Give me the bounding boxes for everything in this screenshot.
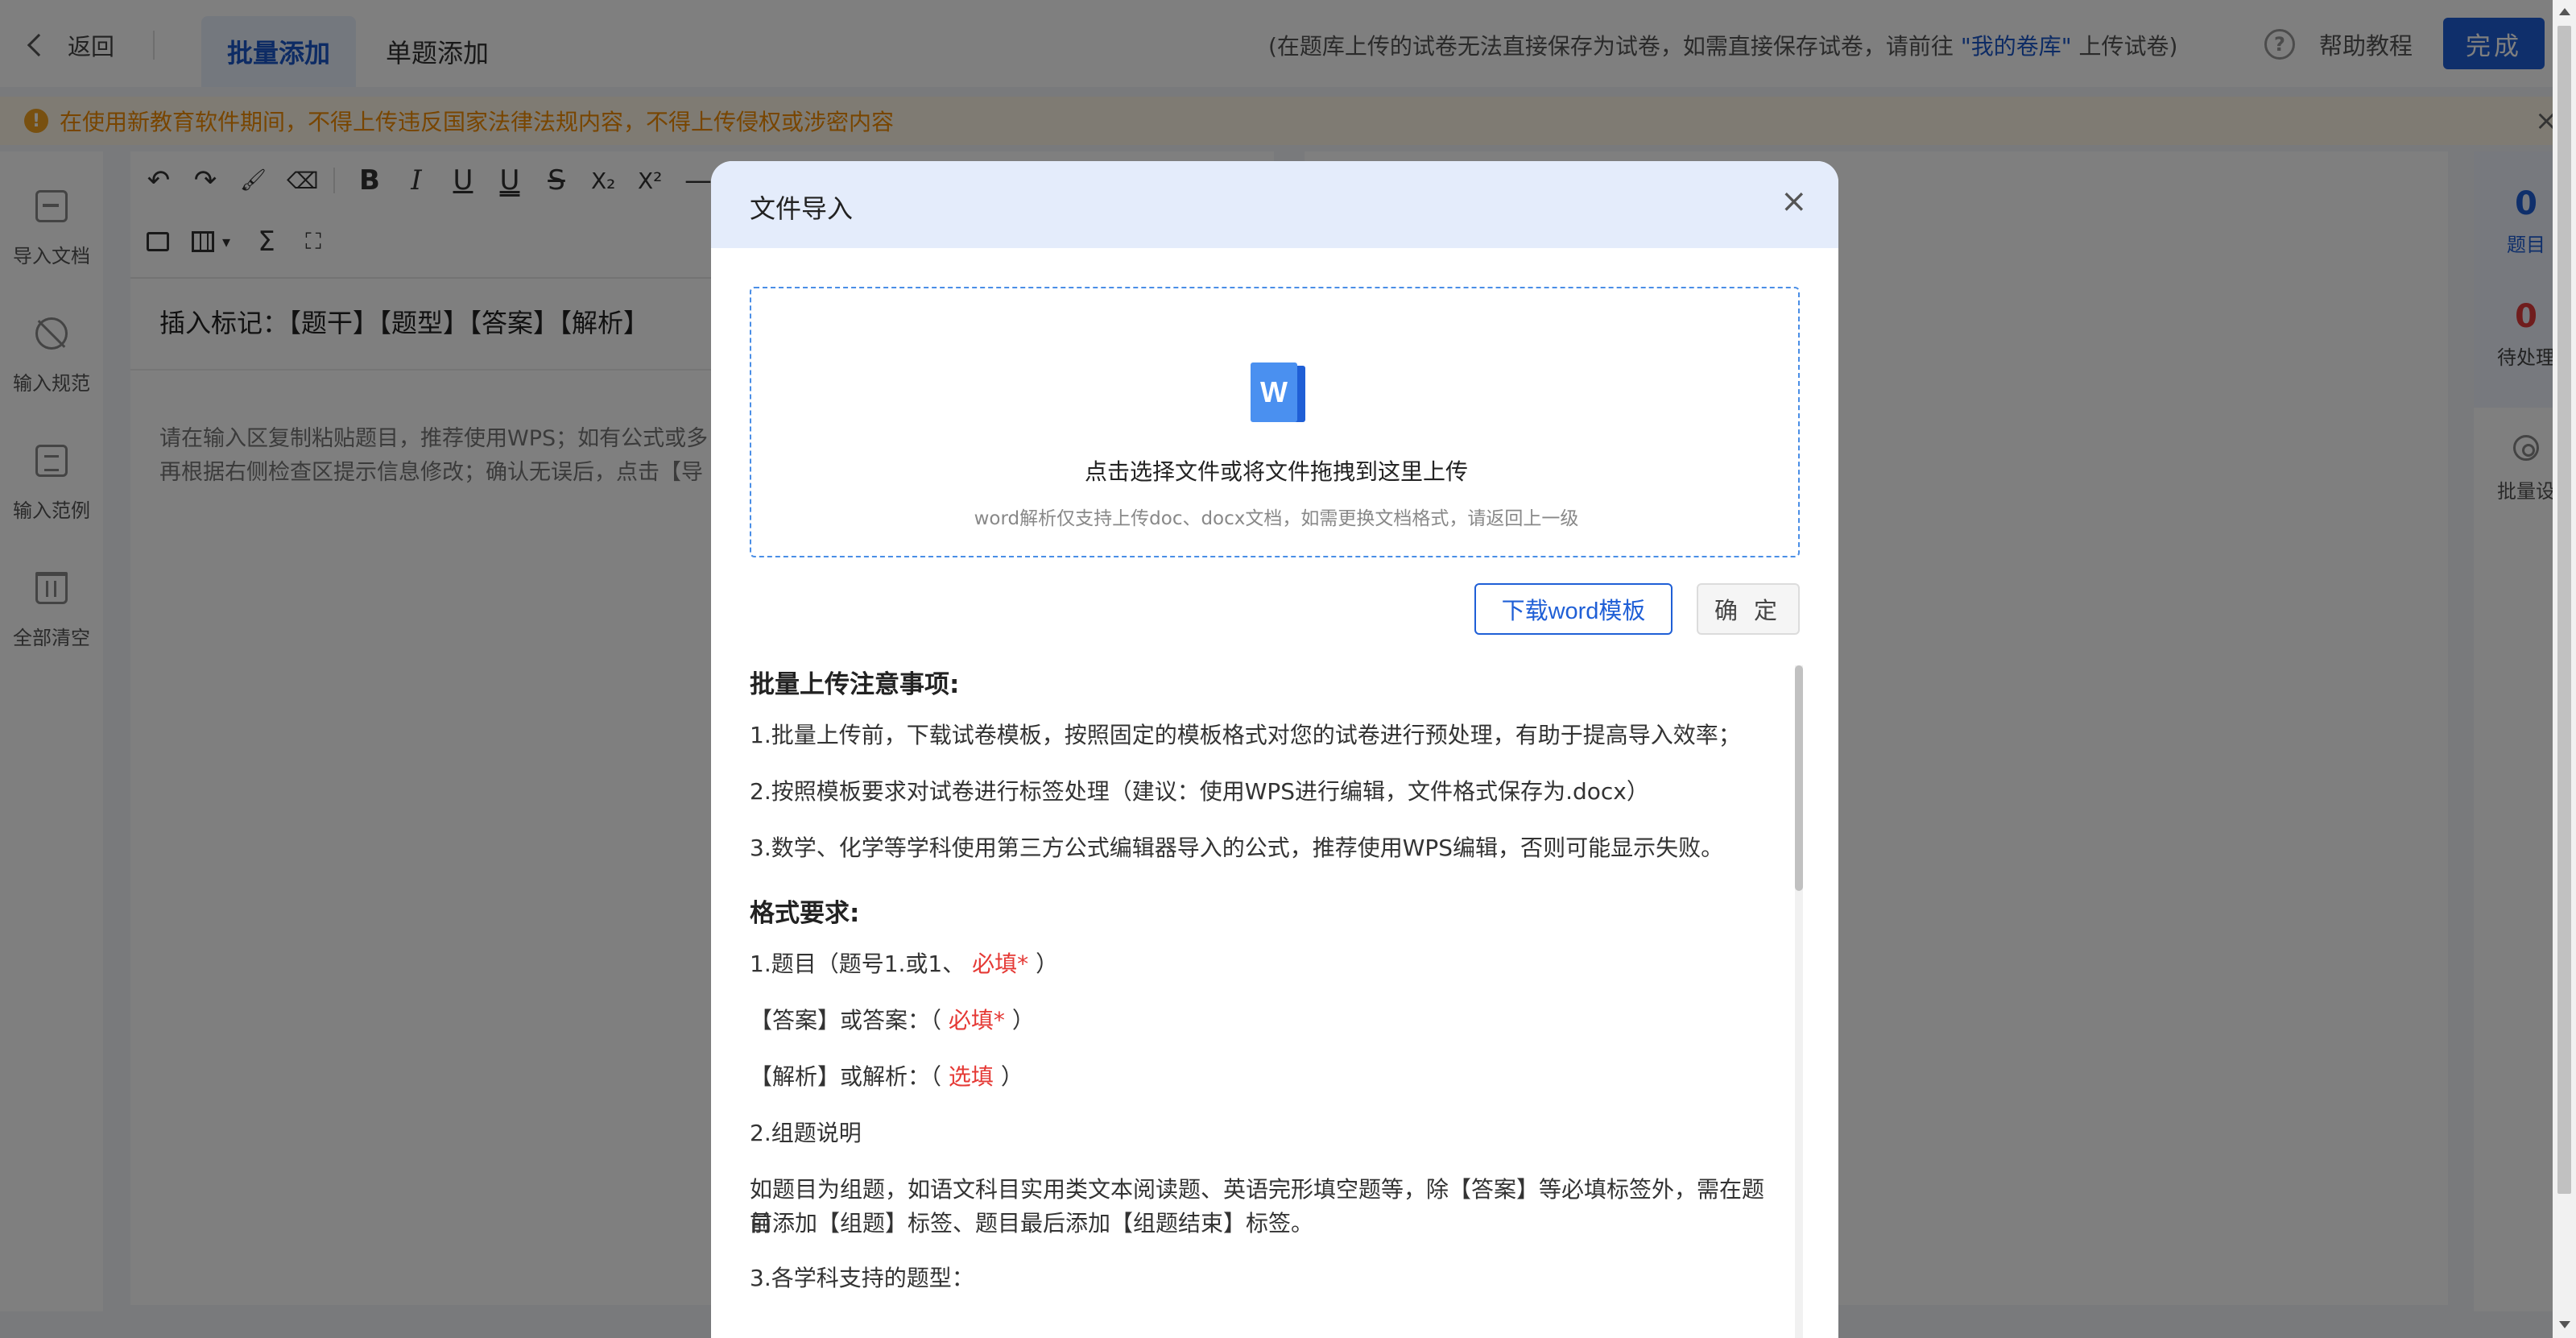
file-import-dialog: 文件导入 × W 点击选择文件或将文件拖拽到这里上传 word解析仅支持上传do… bbox=[711, 161, 1838, 1338]
optional-tag: 选填 bbox=[948, 1063, 994, 1090]
dialog-scrollbar[interactable] bbox=[1795, 665, 1803, 1338]
group-desc-line: 前添加【组题】标签、题目最后添加【组题结束】标签。 bbox=[750, 1210, 1314, 1237]
scroll-up-arrow-icon[interactable] bbox=[2559, 8, 2570, 15]
dropzone-hint: word解析仅支持上传doc、docx文档，如需更换文档格式，请返回上一级 bbox=[974, 508, 1579, 529]
format-item: 1.题目（题号1.或1、 必填* ） bbox=[750, 947, 1774, 981]
note-item: 2.按照模板要求对试卷进行标签处理（建议：使用WPS进行编辑，文件格式保存为.d… bbox=[750, 778, 1649, 805]
dropzone-title: 点击选择文件或将文件拖拽到这里上传 bbox=[1084, 458, 1468, 485]
format-item-text: 【答案】或答案：（ bbox=[750, 1007, 942, 1034]
word-doc-icon-front: W bbox=[1251, 362, 1297, 422]
confirm-button[interactable]: 确 定 bbox=[1697, 583, 1800, 635]
page-scrollbar[interactable] bbox=[2553, 0, 2576, 1338]
format-item: 【解析】或解析：（ 选填 ） bbox=[750, 1060, 1774, 1094]
scrollbar-thumb[interactable] bbox=[1795, 665, 1803, 891]
download-template-button[interactable]: 下载word模板 bbox=[1474, 583, 1673, 635]
required-tag: 必填* bbox=[972, 951, 1029, 977]
note-item: 1.批量上传前，下载试卷模板，按照固定的模板格式对您的试卷进行预处理，有助于提高… bbox=[750, 722, 1741, 748]
scroll-down-arrow-icon[interactable] bbox=[2559, 1321, 2570, 1328]
file-dropzone[interactable]: W 点击选择文件或将文件拖拽到这里上传 word解析仅支持上传doc、docx文… bbox=[750, 287, 1800, 557]
note-item: 3.数学、化学等学科使用第三方公式编辑器导入的公式，推荐使用WPS编辑，否则可能… bbox=[750, 835, 1724, 861]
format-item-text: ） bbox=[1011, 1007, 1035, 1034]
scrollbar-thumb[interactable] bbox=[2557, 26, 2571, 1194]
format-item-text: ） bbox=[1000, 1063, 1023, 1090]
format-item-text: 【解析】或解析：（ bbox=[750, 1063, 942, 1090]
word-doc-icon: W bbox=[1251, 362, 1305, 424]
required-tag: 必填* bbox=[948, 1007, 1005, 1034]
dialog-header: 文件导入 × bbox=[711, 161, 1838, 248]
format-item: 【答案】或答案：（ 必填* ） bbox=[750, 1004, 1774, 1038]
dialog-title: 文件导入 bbox=[750, 193, 854, 224]
group-heading: 2.组题说明 bbox=[750, 1120, 862, 1146]
close-icon[interactable]: × bbox=[1780, 185, 1808, 217]
notes-heading: 批量上传注意事项: bbox=[750, 670, 960, 699]
format-item-text: ） bbox=[1036, 951, 1059, 977]
format-heading: 格式要求: bbox=[750, 899, 860, 928]
format-item-text: 1.题目（题号1.或1、 bbox=[750, 951, 965, 977]
subjects-heading: 3.各学科支持的题型： bbox=[750, 1265, 974, 1291]
